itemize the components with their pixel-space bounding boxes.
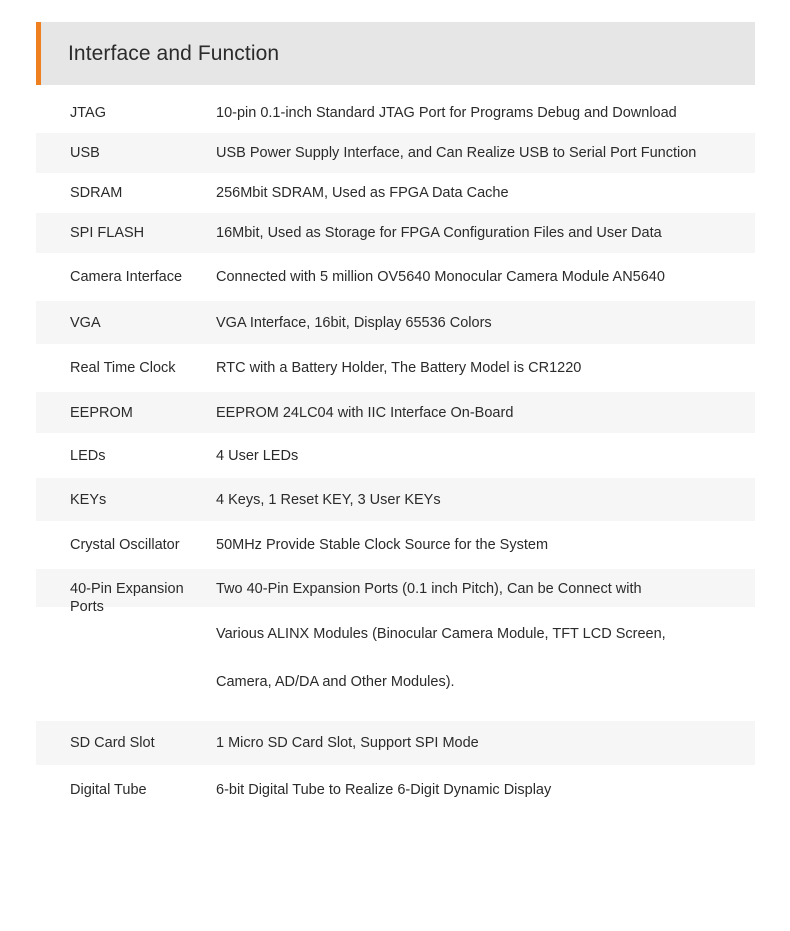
row-label: 40-Pin Expansion Ports	[70, 581, 184, 615]
table-row: SPI FLASH 16Mbit, Used as Storage for FP…	[0, 213, 790, 253]
table-row: Digital Tube 6-bit Digital Tube to Reali…	[0, 765, 790, 815]
row-label: Crystal Oscillator	[70, 537, 180, 553]
row-description-line: Various ALINX Modules (Binocular Camera …	[216, 626, 666, 642]
row-label: Real Time Clock	[70, 360, 176, 376]
row-label: SD Card Slot	[70, 735, 155, 751]
table-row: KEYs 4 Keys, 1 Reset KEY, 3 User KEYs	[0, 478, 790, 521]
table-row: JTAG 10-pin 0.1-inch Standard JTAG Port …	[0, 93, 790, 133]
row-description: 6-bit Digital Tube to Realize 6-Digit Dy…	[216, 782, 552, 798]
row-label: EEPROM	[70, 404, 133, 421]
row-label: SDRAM	[70, 185, 123, 201]
row-label: JTAG	[70, 105, 106, 121]
table-row: SD Card Slot 1 Micro SD Card Slot, Suppo…	[0, 721, 790, 765]
table-row: Real Time Clock RTC with a Battery Holde…	[0, 344, 790, 392]
table-row: EEPROM EEPROM 24LC04 with IIC Interface …	[0, 392, 790, 433]
row-description: Two 40-Pin Expansion Ports (0.1 inch Pit…	[216, 580, 790, 721]
row-description: Connected with 5 million OV5640 Monocula…	[216, 269, 665, 285]
table-row: 40-Pin Expansion Ports Two 40-Pin Expans…	[0, 569, 790, 721]
interface-and-function-table: Interface and Function JTAG 10-pin 0.1-i…	[0, 22, 790, 815]
row-description: USB Power Supply Interface, and Can Real…	[216, 145, 697, 161]
row-label: Camera Interface	[70, 269, 183, 285]
table-row: Camera Interface Connected with 5 millio…	[0, 253, 790, 301]
table-row: Crystal Oscillator 50MHz Provide Stable …	[0, 521, 790, 569]
row-description-line: Camera, AD/DA and Other Modules).	[216, 674, 455, 690]
table-row: USB USB Power Supply Interface, and Can …	[0, 133, 790, 173]
row-description: 256Mbit SDRAM, Used as FPGA Data Cache	[216, 185, 509, 201]
page-title: Interface and Function	[68, 41, 280, 65]
table-row: LEDs 4 User LEDs	[0, 433, 790, 478]
row-description: 1 Micro SD Card Slot, Support SPI Mode	[216, 735, 479, 751]
row-description: 4 Keys, 1 Reset KEY, 3 User KEYs	[216, 491, 441, 508]
row-description: RTC with a Battery Holder, The Battery M…	[216, 360, 582, 376]
spec-rows: JTAG 10-pin 0.1-inch Standard JTAG Port …	[0, 93, 790, 815]
row-description: 10-pin 0.1-inch Standard JTAG Port for P…	[216, 105, 677, 121]
row-description: 16Mbit, Used as Storage for FPGA Configu…	[216, 225, 662, 241]
row-label: USB	[70, 145, 100, 161]
section-header: Interface and Function	[36, 22, 755, 85]
row-label: LEDs	[70, 447, 106, 464]
table-row: SDRAM 256Mbit SDRAM, Used as FPGA Data C…	[0, 173, 790, 213]
row-description: VGA Interface, 16bit, Display 65536 Colo…	[216, 314, 492, 331]
row-label: VGA	[70, 314, 101, 331]
row-description-line: Two 40-Pin Expansion Ports (0.1 inch Pit…	[216, 581, 642, 597]
row-description: 4 User LEDs	[216, 447, 299, 464]
accent-bar	[36, 22, 41, 85]
table-row: VGA VGA Interface, 16bit, Display 65536 …	[0, 301, 790, 344]
row-description: EEPROM 24LC04 with IIC Interface On-Boar…	[216, 404, 514, 421]
row-label: KEYs	[70, 491, 107, 508]
row-label: SPI FLASH	[70, 225, 145, 241]
row-description: 50MHz Provide Stable Clock Source for th…	[216, 537, 549, 553]
row-label: Digital Tube	[70, 782, 147, 798]
